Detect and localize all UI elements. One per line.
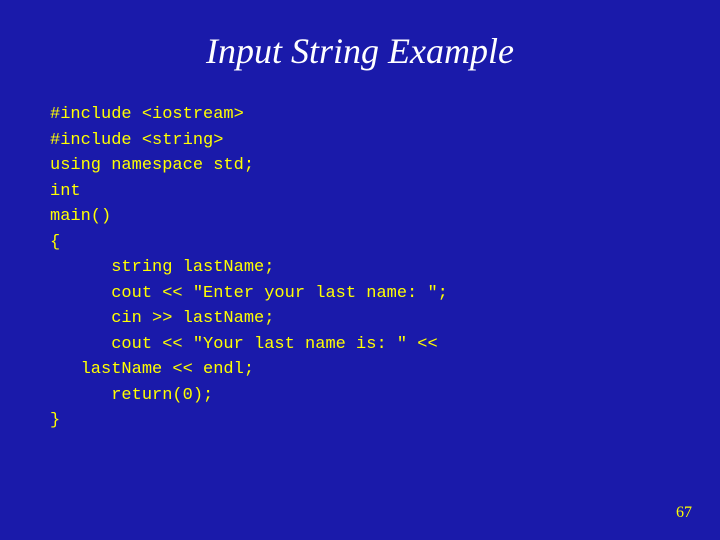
slide-number: 67 bbox=[676, 504, 692, 522]
slide: Input String Example #include <iostream>… bbox=[0, 0, 720, 540]
code-line-1: #include <iostream> #include <string> us… bbox=[50, 105, 448, 430]
code-block: #include <iostream> #include <string> us… bbox=[50, 102, 670, 434]
slide-title: Input String Example bbox=[50, 30, 670, 72]
